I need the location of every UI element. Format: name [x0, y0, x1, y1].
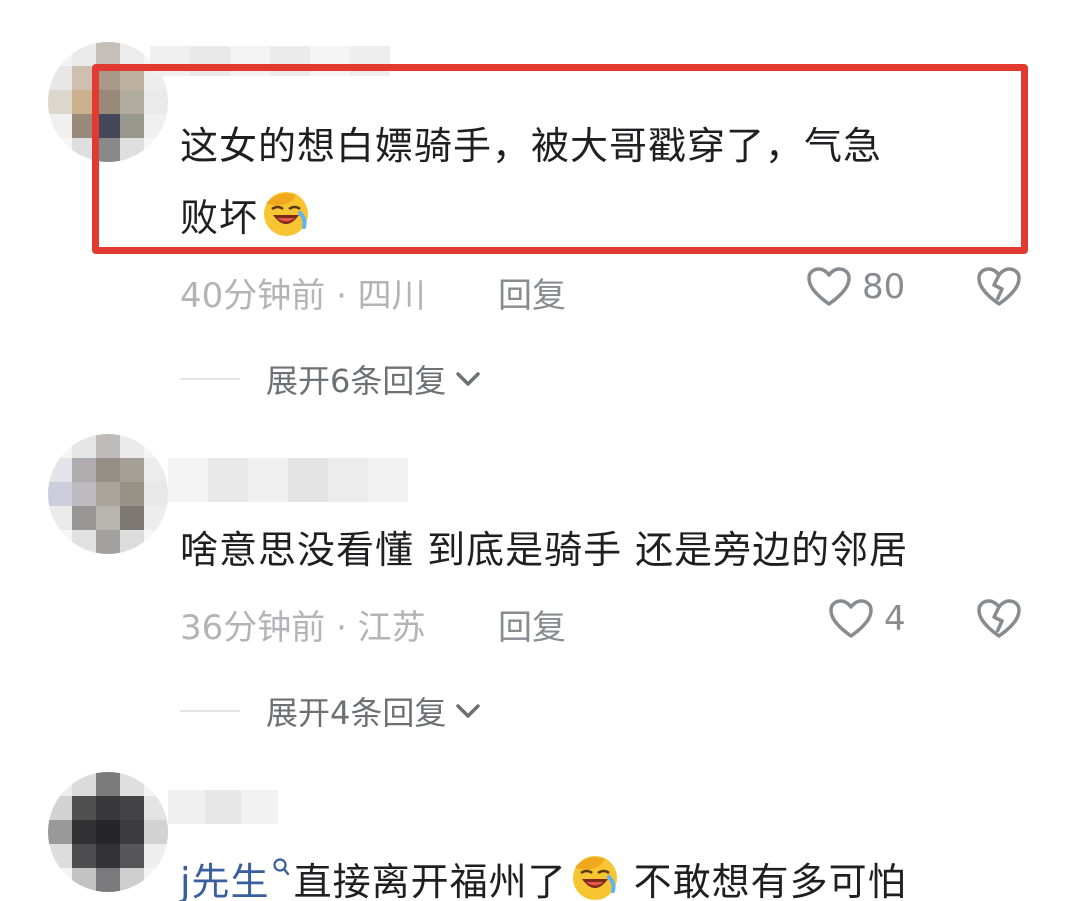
comment-text: j先生 直接离开福州了 不敢想有多可怕: [180, 846, 907, 901]
mention-link[interactable]: j先生: [180, 860, 270, 901]
username-blurred[interactable]: [168, 790, 279, 824]
avatar[interactable]: [48, 772, 168, 892]
comment-3: j先生 直接离开福州了 不敢想有多可怕: [0, 0, 1080, 901]
search-icon: [272, 858, 289, 876]
facepalm-laugh-emoji: [572, 856, 617, 900]
